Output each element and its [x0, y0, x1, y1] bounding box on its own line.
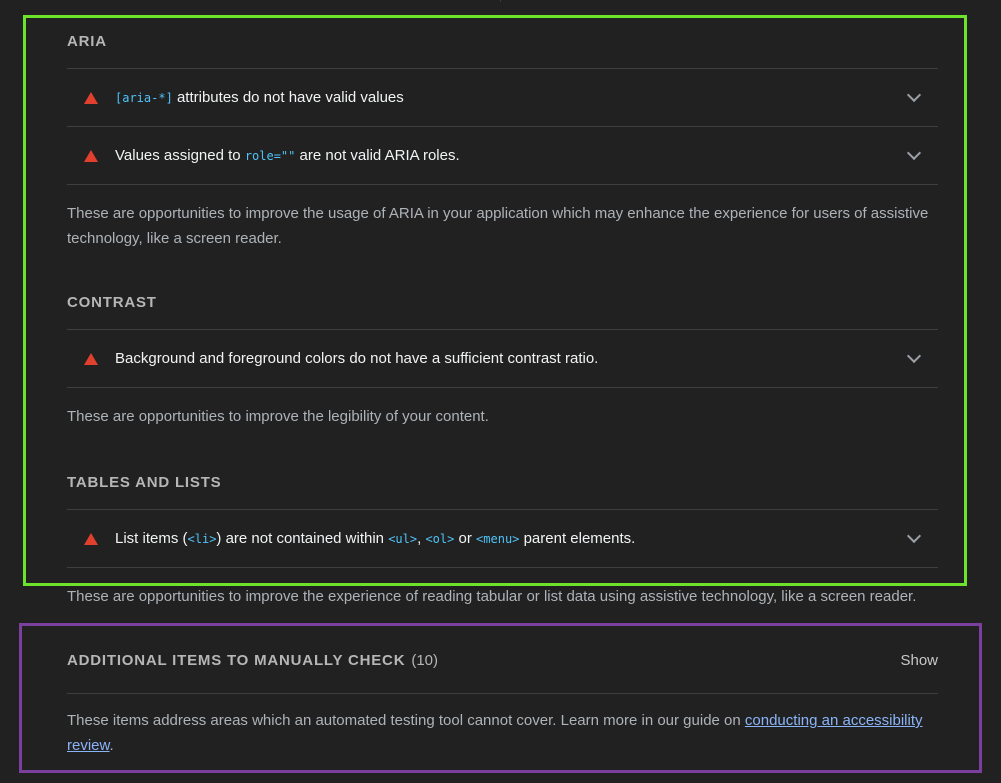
audit-title: [aria-*] attributes do not have valid va… [115, 89, 909, 106]
audit-title: Values assigned to role="" are not valid… [115, 147, 909, 164]
title-text: parent elements. [519, 530, 636, 547]
chevron-down-icon[interactable] [906, 87, 922, 103]
manual-description-suffix: . [109, 737, 114, 754]
manual-checks-title: ADDITIONAL ITEMS TO MANUALLY CHECK (10) [67, 652, 438, 669]
audit-color-contrast[interactable]: Background and foreground colors do not … [67, 330, 938, 388]
manual-title-text: ADDITIONAL ITEMS TO MANUALLY CHECK [67, 652, 406, 669]
group-description: These are opportunities to improve the l… [67, 408, 489, 425]
group-title: ARIA [67, 15, 938, 69]
manual-checks-header[interactable]: ADDITIONAL ITEMS TO MANUALLY CHECK (10) S… [67, 628, 938, 694]
audit-title: Background and foreground colors do not … [115, 350, 909, 367]
fail-triangle-icon [84, 352, 98, 365]
manual-description: These items address areas which an autom… [67, 708, 938, 758]
fail-triangle-icon [84, 149, 98, 162]
audit-aria-valid-attr-value[interactable]: [aria-*] attributes do not have valid va… [67, 69, 938, 127]
chevron-down-icon[interactable] [906, 145, 922, 161]
audit-listitem[interactable]: List items (<li>) are not contained with… [67, 510, 938, 568]
code-snippet: [aria-*] [115, 91, 173, 105]
code-snippet: role="" [244, 149, 296, 163]
chevron-down-icon[interactable] [906, 528, 922, 544]
chevron-down-icon[interactable] [906, 348, 922, 364]
show-button[interactable]: Show [900, 652, 938, 669]
manual-count: (10) [411, 652, 439, 669]
fail-triangle-icon [84, 532, 98, 545]
audit-title: List items (<li>) are not contained with… [115, 530, 909, 547]
group-aria: ARIA [aria-*] attributes do not have val… [67, 15, 938, 251]
group-title: TABLES AND LISTS [67, 456, 938, 510]
manual-description-text: These items address areas which an autom… [67, 712, 745, 729]
group-contrast: CONTRAST Background and foreground color… [67, 276, 938, 429]
group-description: These are opportunities to improve the u… [67, 205, 929, 247]
title-text: Values assigned to [115, 147, 245, 164]
title-text: attributes do not have valid values [172, 89, 404, 106]
fail-triangle-icon [84, 91, 98, 104]
title-text: Background and foreground colors do not … [115, 350, 599, 367]
code-snippet: <ol> [425, 532, 455, 546]
code-snippet: <ul> [388, 532, 418, 546]
group-manual-checks: ADDITIONAL ITEMS TO MANUALLY CHECK (10) S… [67, 628, 938, 758]
group-description: These are opportunities to improve the e… [67, 588, 917, 605]
title-text: ) are not contained within [216, 530, 389, 547]
title-text: are not valid ARIA roles. [295, 147, 460, 164]
group-title: CONTRAST [67, 276, 938, 330]
code-snippet: <menu> [476, 532, 520, 546]
title-text: or [454, 530, 477, 547]
top-divider-tick [500, 0, 501, 2]
group-tables-lists: TABLES AND LISTS List items (<li>) are n… [67, 456, 938, 609]
title-text: List items ( [115, 530, 188, 547]
code-snippet: <li> [187, 532, 217, 546]
audit-aria-roles[interactable]: Values assigned to role="" are not valid… [67, 127, 938, 185]
